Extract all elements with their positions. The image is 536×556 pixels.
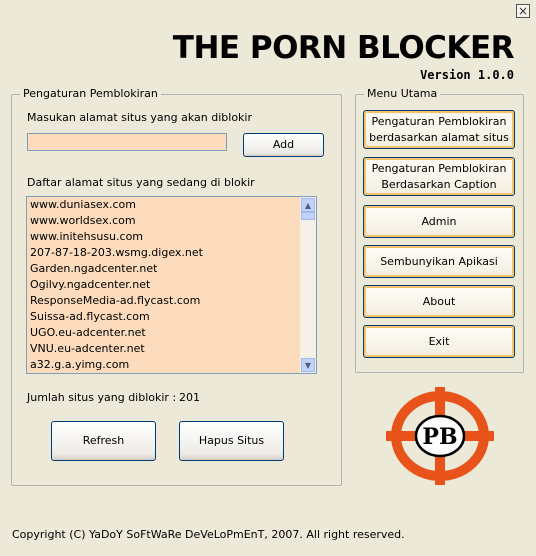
list-label: Daftar alamat situs yang sedang di bloki… bbox=[27, 176, 255, 189]
delete-site-button[interactable]: Hapus Situs bbox=[179, 421, 284, 461]
menu-item-line1: Pengaturan Pemblokiran bbox=[371, 161, 507, 175]
blocking-settings-legend: Pengaturan Pemblokiran bbox=[20, 87, 161, 100]
menu-hide-app-button[interactable]: Sembunyikan Apikasi bbox=[363, 245, 515, 278]
refresh-button[interactable]: Refresh bbox=[51, 421, 156, 461]
blocked-sites-list[interactable]: www.duniasex.com www.worldsex.com www.init… bbox=[26, 196, 317, 374]
list-item[interactable]: www.initehsusu.com bbox=[27, 229, 316, 245]
menu-block-by-site-button[interactable]: Pengaturan Pemblokiran berdasarkan alamat… bbox=[363, 110, 515, 149]
list-item[interactable]: a32.g.a.yimg.com bbox=[27, 357, 316, 373]
list-item[interactable]: Ogilvy.ngadcenter.net bbox=[27, 277, 316, 293]
menu-admin-button[interactable]: Admin bbox=[363, 205, 515, 238]
copyright-text: Copyright (C) YaDoY SoFtWaRe DeVeLoPmEnT… bbox=[12, 528, 405, 541]
list-item[interactable]: VNU.eu-adcenter.net bbox=[27, 341, 316, 357]
list-item[interactable]: www.worldsex.com bbox=[27, 213, 316, 229]
list-scrollbar[interactable]: ▲ ▼ bbox=[300, 197, 316, 373]
menu-item-label: Admin bbox=[421, 214, 457, 228]
add-button[interactable]: Add bbox=[243, 133, 324, 157]
menu-item-line2: berdasarkan alamat situs bbox=[369, 130, 509, 144]
version-label: Version 1.0.0 bbox=[420, 68, 514, 82]
list-item[interactable]: 207-87-18-203.wsmg.digex.net bbox=[27, 245, 316, 261]
scroll-down-icon[interactable]: ▼ bbox=[301, 358, 315, 372]
menu-item-label: Exit bbox=[428, 334, 450, 348]
list-item[interactable]: www.duniasex.com bbox=[27, 197, 316, 213]
menu-item-line2: Berdasarkan Caption bbox=[381, 177, 497, 191]
menu-block-by-caption-button[interactable]: Pengaturan Pemblokiran Berdasarkan Captio… bbox=[363, 157, 515, 196]
count-value: 201 bbox=[179, 391, 200, 404]
site-url-input[interactable] bbox=[27, 133, 227, 151]
main-menu-legend: Menu Utama bbox=[364, 87, 441, 100]
list-item[interactable]: Garden.ngadcenter.net bbox=[27, 261, 316, 277]
logo-text: PB bbox=[422, 424, 457, 450]
menu-exit-button[interactable]: Exit bbox=[363, 325, 515, 358]
menu-item-line1: Pengaturan Pemblokiran bbox=[371, 114, 507, 128]
list-item[interactable]: UGO.eu-adcenter.net bbox=[27, 325, 316, 341]
input-label: Masukan alamat situs yang akan diblokir bbox=[27, 111, 253, 124]
pb-logo-icon: PB bbox=[386, 387, 494, 485]
scroll-thumb[interactable] bbox=[301, 212, 315, 220]
list-item[interactable]: ResponseMedia-ad.flycast.com bbox=[27, 293, 316, 309]
count-label: Jumlah situs yang diblokir : bbox=[27, 391, 177, 404]
list-item[interactable]: Suissa-ad.flycast.com bbox=[27, 309, 316, 325]
scroll-up-icon[interactable]: ▲ bbox=[301, 198, 315, 212]
menu-item-label: About bbox=[422, 294, 456, 308]
app-title: THE PORN BLOCKER bbox=[172, 30, 515, 66]
menu-item-label: Sembunyikan Apikasi bbox=[380, 254, 498, 268]
menu-about-button[interactable]: About bbox=[363, 285, 515, 318]
close-button[interactable]: × bbox=[516, 4, 530, 18]
